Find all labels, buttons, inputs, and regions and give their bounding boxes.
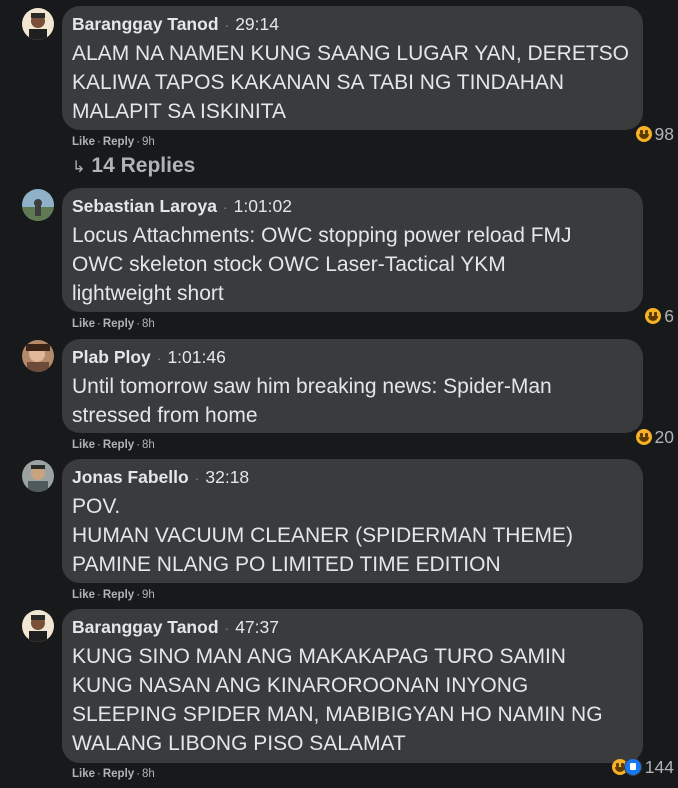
comment-age[interactable]: 9h [142, 136, 155, 148]
comment-actions: Like · Reply · 9h [72, 136, 155, 148]
reaction-summary[interactable]: 144 [611, 756, 674, 778]
video-timestamp[interactable]: 47:37 [235, 617, 279, 638]
comment-actions: Like · Reply · 8h [72, 439, 155, 451]
comment-actions: Like · Reply · 9h [72, 589, 155, 601]
avatar[interactable] [22, 610, 54, 642]
comment-text: Locus Attachments: OWC stopping power re… [72, 224, 572, 305]
comment-actions: Like · Reply · 8h [72, 318, 155, 330]
comment-bubble: Plab Ploy · 1:01:46 Until tomorrow saw h… [62, 339, 643, 433]
reaction-summary[interactable]: 98 [635, 123, 674, 145]
comment-author[interactable]: Baranggay Tanod [72, 14, 219, 35]
comment-age[interactable]: 9h [142, 589, 155, 601]
reply-link[interactable]: Reply [103, 318, 134, 330]
reaction-count: 144 [644, 756, 674, 777]
reaction-summary[interactable]: 6 [645, 305, 674, 327]
comment-bubble: Sebastian Laroya · 1:01:02 Locus Attachm… [62, 188, 643, 312]
comment-author[interactable]: Sebastian Laroya [72, 196, 217, 217]
comment-bubble: Jonas Fabello · 32:18 POV. HUMAN VACUUM … [62, 459, 643, 583]
avatar[interactable] [22, 340, 54, 372]
reaction-count: 20 [654, 426, 674, 447]
avatar[interactable] [22, 8, 54, 40]
comment-author[interactable]: Jonas Fabello [72, 467, 189, 488]
avatar-icon [22, 610, 54, 642]
comment-actions: Like · Reply · 8h [72, 768, 155, 780]
comment-age[interactable]: 8h [142, 768, 155, 780]
comment-bubble: Baranggay Tanod · 47:37 KUNG SINO MAN AN… [62, 609, 643, 763]
like-link[interactable]: Like [72, 589, 95, 601]
reply-arrow-icon: ↳ [72, 159, 86, 176]
video-timestamp[interactable]: 1:01:46 [167, 347, 225, 368]
comment-text: Until tomorrow saw him breaking news: Sp… [72, 375, 552, 427]
video-timestamp[interactable]: 29:14 [235, 14, 279, 35]
haha-icon [635, 429, 652, 445]
haha-icon [645, 308, 662, 324]
comment-text: KUNG SINO MAN ANG MAKAKAPAG TURO SAMIN K… [72, 645, 603, 755]
avatar-icon [22, 340, 54, 372]
video-timestamp[interactable]: 32:18 [205, 467, 249, 488]
separator-dot: · [222, 199, 228, 215]
like-icon [623, 758, 642, 776]
reply-link[interactable]: Reply [103, 589, 134, 601]
separator-dot: · [156, 350, 162, 366]
like-link[interactable]: Like [72, 136, 95, 148]
comment-bubble: Baranggay Tanod · 29:14 ALAM NA NAMEN KU… [62, 6, 643, 130]
comment-text: ALAM NA NAMEN KUNG SAANG LUGAR YAN, DERE… [72, 42, 630, 123]
avatar-icon [22, 189, 54, 221]
view-replies-link[interactable]: ↳ 14 Replies [72, 154, 195, 178]
comment-text: POV. HUMAN VACUUM CLEANER (SPIDERMAN THE… [72, 495, 573, 576]
reaction-summary[interactable]: 20 [635, 426, 674, 448]
comment-author[interactable]: Plab Ploy [72, 347, 151, 368]
separator-dot: · [224, 620, 230, 636]
avatar-icon [22, 460, 54, 492]
separator-dot: · [224, 17, 230, 33]
like-link[interactable]: Like [72, 768, 95, 780]
reply-link[interactable]: Reply [103, 136, 134, 148]
avatar[interactable] [22, 189, 54, 221]
reaction-count: 98 [654, 123, 674, 144]
like-link[interactable]: Like [72, 318, 95, 330]
haha-icon [635, 126, 652, 142]
replies-count: 14 Replies [91, 154, 196, 177]
avatar-icon [22, 8, 54, 40]
reply-link[interactable]: Reply [103, 768, 134, 780]
avatar[interactable] [22, 460, 54, 492]
comment-author[interactable]: Baranggay Tanod [72, 617, 219, 638]
comment-age[interactable]: 8h [142, 439, 155, 451]
reply-link[interactable]: Reply [103, 439, 134, 451]
separator-dot: · [194, 470, 200, 486]
reaction-count: 6 [664, 305, 674, 326]
like-link[interactable]: Like [72, 439, 95, 451]
comment-age[interactable]: 8h [142, 318, 155, 330]
video-timestamp[interactable]: 1:01:02 [234, 196, 292, 217]
